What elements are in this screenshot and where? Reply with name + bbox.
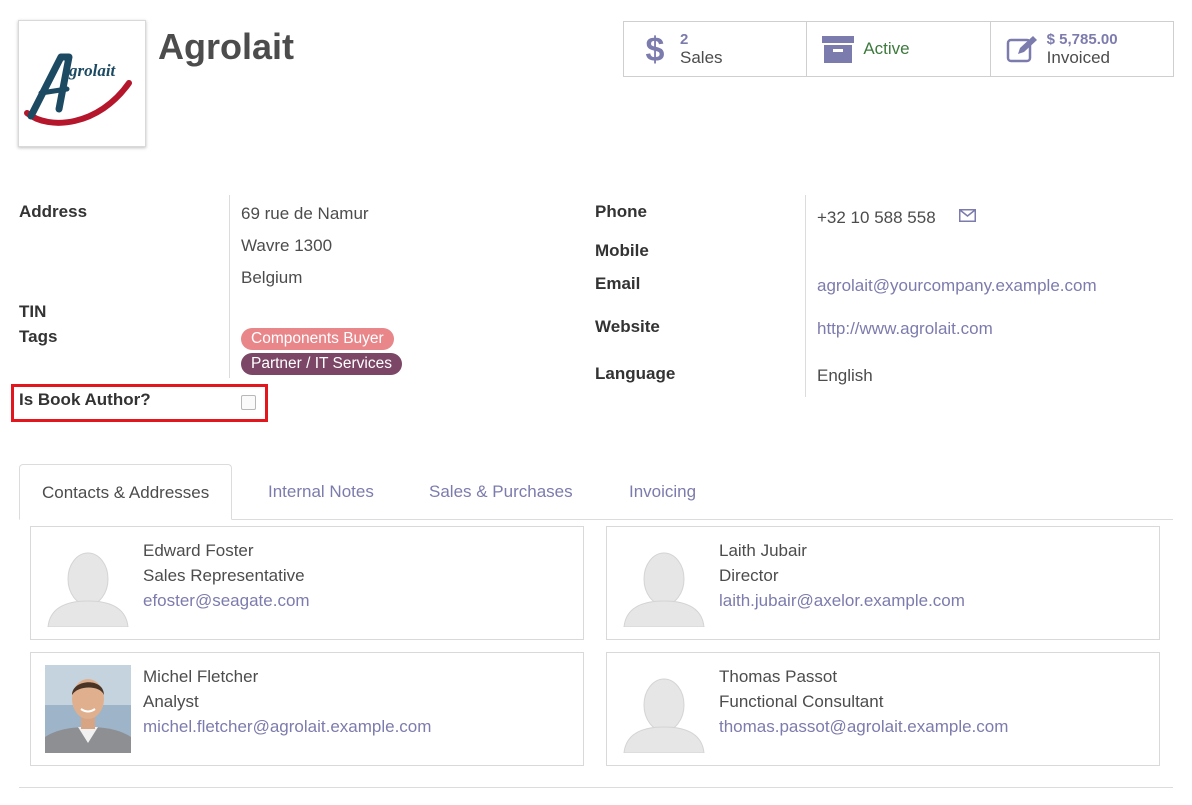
- contact-role: Analyst: [143, 692, 199, 711]
- email-label: Email: [595, 274, 641, 293]
- mobile-label: Mobile: [595, 241, 649, 260]
- contact-email[interactable]: michel.fletcher@agrolait.example.com: [143, 717, 431, 737]
- contact-card[interactable]: Laith Jubair Director laith.jubair@axelo…: [606, 526, 1160, 640]
- contact-name: Laith Jubair: [719, 541, 807, 560]
- smart-buttons: $ 2 Sales Active $ 5,785.00 Invoiced: [623, 21, 1174, 77]
- field-divider: [805, 195, 806, 397]
- company-name[interactable]: Agrolait: [158, 26, 294, 68]
- contact-email[interactable]: thomas.passot@agrolait.example.com: [719, 717, 1008, 737]
- contact-card[interactable]: Michel Fletcher Analyst michel.fletcher@…: [30, 652, 584, 766]
- contact-email[interactable]: laith.jubair@axelor.example.com: [719, 591, 965, 611]
- active-label: Active: [863, 39, 910, 59]
- email-link[interactable]: agrolait@yourcompany.example.com: [817, 276, 1097, 296]
- envelope-icon[interactable]: [959, 209, 976, 227]
- invoiced-amount: $ 5,785.00: [1046, 30, 1118, 48]
- language-label: Language: [595, 364, 676, 383]
- address-label: Address: [19, 202, 88, 221]
- contact-card[interactable]: Thomas Passot Functional Consultant thom…: [606, 652, 1160, 766]
- contact-email[interactable]: efoster@seagate.com: [143, 591, 310, 611]
- contact-role: Sales Representative: [143, 566, 305, 585]
- contact-role: Functional Consultant: [719, 692, 884, 711]
- sales-label: Sales: [680, 47, 723, 67]
- language-value[interactable]: English: [817, 366, 873, 386]
- contact-card[interactable]: Edward Foster Sales Representative efost…: [30, 526, 584, 640]
- tab-sales-purchases[interactable]: Sales & Purchases: [407, 464, 595, 520]
- placeholder-avatar-icon: [621, 665, 707, 754]
- website-label: Website: [595, 317, 660, 336]
- tag-components-buyer[interactable]: Components Buyer: [241, 328, 394, 350]
- sales-count: 2: [680, 30, 689, 48]
- contact-role: Director: [719, 566, 779, 585]
- sales-button[interactable]: $ 2 Sales: [624, 22, 808, 76]
- tab-contacts-addresses[interactable]: Contacts & Addresses: [19, 464, 233, 520]
- svg-text:$: $: [646, 31, 665, 67]
- company-logo[interactable]: grolait: [18, 20, 146, 147]
- contact-name: Michel Fletcher: [143, 667, 259, 686]
- field-divider: [229, 195, 230, 378]
- phone-value[interactable]: +32 10 588 558: [817, 208, 936, 228]
- placeholder-avatar-icon: [621, 539, 707, 628]
- logo-text: grolait: [68, 61, 117, 80]
- address-city[interactable]: Wavre 1300: [241, 236, 332, 256]
- invoiced-button[interactable]: $ 5,785.00 Invoiced: [991, 22, 1173, 76]
- dollar-icon: $: [638, 31, 672, 67]
- tags-label: Tags: [19, 327, 58, 346]
- invoiced-label: Invoiced: [1046, 47, 1110, 67]
- website-link[interactable]: http://www.agrolait.com: [817, 319, 993, 339]
- tab-internal-notes[interactable]: Internal Notes: [246, 464, 396, 520]
- contact-name: Thomas Passot: [719, 667, 838, 686]
- address-street[interactable]: 69 rue de Namur: [241, 204, 369, 224]
- phone-label: Phone: [595, 202, 647, 221]
- contact-name: Edward Foster: [143, 541, 254, 560]
- tab-invoicing[interactable]: Invoicing: [607, 464, 718, 520]
- highlight-box: [11, 384, 268, 422]
- placeholder-avatar-icon: [45, 539, 131, 628]
- archive-icon: [821, 31, 855, 67]
- address-country[interactable]: Belgium: [241, 268, 302, 288]
- divider: [19, 787, 1173, 788]
- edit-icon: [1005, 31, 1039, 67]
- active-toggle-button[interactable]: Active: [807, 22, 991, 76]
- tin-label: TIN: [19, 302, 47, 321]
- tag-partner-it-services[interactable]: Partner / IT Services: [241, 353, 402, 375]
- person-photo: [45, 665, 131, 753]
